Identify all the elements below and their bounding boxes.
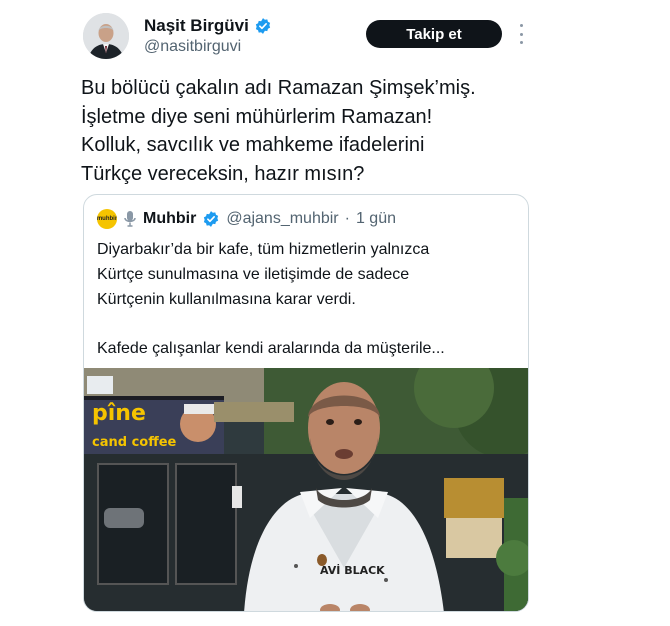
more-dot	[519, 41, 523, 44]
media-sign-top-text: pîne	[92, 401, 146, 426]
media-sign-bottom-text: cand coffee	[92, 435, 177, 450]
quoted-text-line: Diyarbakır’da bir kafe, tüm hizmetlerin …	[97, 241, 430, 258]
author-name-text: Naşit Birgüvi	[144, 16, 249, 35]
avatar-image	[83, 13, 129, 59]
quoted-text-line: Kürtçenin kullanılmasına karar verdi.	[97, 291, 356, 308]
quoted-author-logo[interactable]: muhbir	[97, 209, 117, 229]
author-name[interactable]: Naşit Birgüvi	[144, 16, 272, 36]
verified-badge-icon	[255, 18, 270, 34]
quoted-tweet-text: Diyarbakır’da bir kafe, tüm hizmetlerin …	[97, 237, 517, 361]
media-photo: pîne cand coffee AVİ BLACK	[84, 368, 528, 611]
tweet-text-line: Kolluk, savcılık ve mahkeme ifadelerini	[81, 134, 425, 156]
quoted-media-image[interactable]: pîne cand coffee AVİ BLACK	[84, 368, 528, 611]
quoted-logo-text: muhbir	[97, 216, 117, 222]
tweet-text: Bu bölücü çakalın adı Ramazan Şimşek’miş…	[81, 74, 551, 188]
quoted-separator: ·	[344, 210, 350, 227]
follow-button[interactable]: Takip et	[366, 20, 502, 48]
more-dots-icon[interactable]	[515, 24, 527, 44]
quoted-time[interactable]: 1 gün	[356, 210, 396, 228]
more-dot	[519, 32, 523, 36]
microphone-icon	[124, 211, 136, 227]
tweet-text-line: Bu bölücü çakalın adı Ramazan Şimşek’miş…	[81, 77, 476, 99]
quoted-tweet-card[interactable]: muhbir Muhbir @ajans_muhbir · 1 gün Diya…	[83, 194, 529, 612]
tweet-text-line: İşletme diye seni mühürlerim Ramazan!	[81, 105, 433, 128]
quoted-text-line: Kafede çalışanlar kendi aralarında da mü…	[97, 340, 445, 357]
author-handle[interactable]: @nasitbirguvi	[144, 38, 241, 56]
more-dot	[519, 24, 523, 27]
quoted-text-gap	[97, 312, 517, 336]
tweet-text-line: Türkçe vereceksin, hazır mısın?	[81, 162, 365, 185]
quoted-author-name[interactable]: Muhbir	[143, 210, 196, 228]
verified-badge-icon	[204, 211, 219, 227]
quoted-tweet-header: muhbir Muhbir @ajans_muhbir · 1 gün	[97, 209, 396, 229]
author-avatar[interactable]	[83, 13, 129, 59]
media-shirt-text: AVİ BLACK	[320, 563, 385, 577]
quoted-text-line: Kürtçe sunulmasına ve iletişimde de sade…	[97, 266, 410, 283]
quoted-author-handle[interactable]: @ajans_muhbir	[226, 210, 338, 228]
